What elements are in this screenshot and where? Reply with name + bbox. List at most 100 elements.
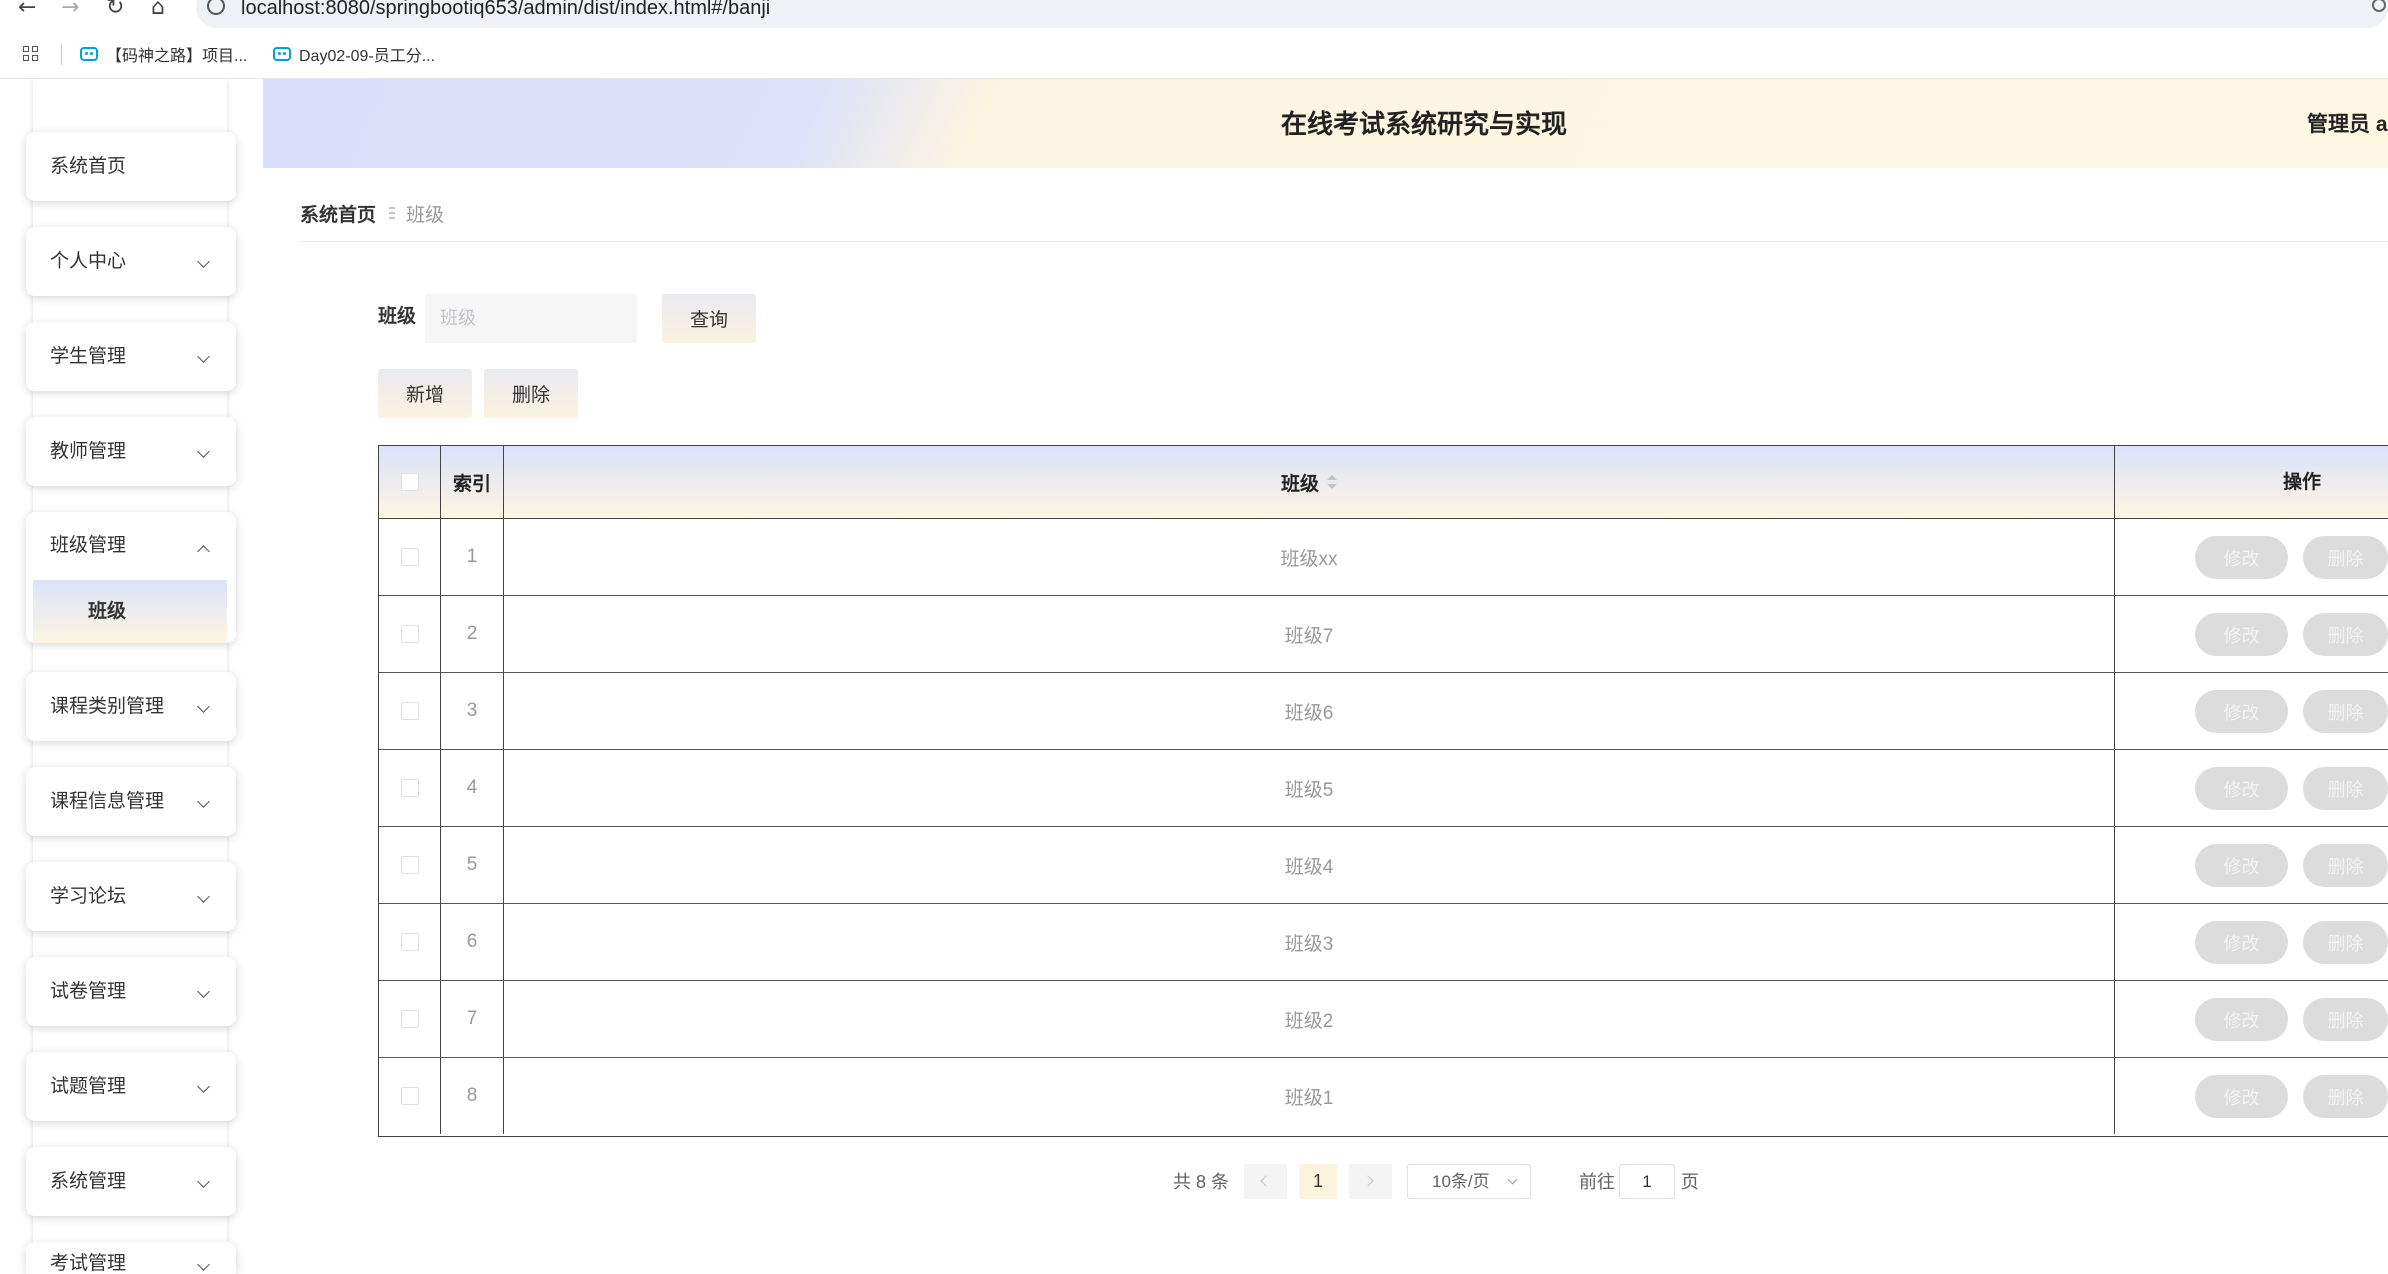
- sidebar-item-label: 课程类别管理: [50, 696, 165, 717]
- table-row: 5 班级4 修改 删除: [379, 827, 2388, 904]
- sidebar-item-course-categories[interactable]: 课程类别管理: [26, 672, 236, 741]
- breadcrumb-divider: [300, 241, 2388, 242]
- breadcrumb-current: 班级: [406, 204, 445, 226]
- prev-page-button[interactable]: [1244, 1164, 1287, 1199]
- row-class-name: 班级1: [504, 1058, 2115, 1134]
- sidebar-item-label: 系统首页: [50, 156, 127, 177]
- app-title: 在线考试系统研究与实现: [1281, 109, 1568, 139]
- sidebar-item-course-info[interactable]: 课程信息管理: [26, 767, 236, 836]
- sidebar-item-exams[interactable]: 考试管理: [26, 1242, 236, 1274]
- row-checkbox[interactable]: [400, 856, 419, 874]
- query-button[interactable]: 查询: [662, 294, 756, 343]
- goto-page-input[interactable]: [1619, 1164, 1675, 1199]
- edit-button[interactable]: 修改: [2195, 844, 2288, 887]
- user-menu[interactable]: 管理员 a: [2307, 111, 2388, 139]
- page-number-current[interactable]: 1: [1299, 1164, 1337, 1199]
- table-row: 2 班级7 修改 删除: [379, 596, 2388, 673]
- row-checkbox[interactable]: [400, 548, 419, 566]
- row-checkbox-cell: [379, 1058, 441, 1134]
- edit-button[interactable]: 修改: [2195, 613, 2288, 656]
- row-checkbox[interactable]: [400, 779, 419, 797]
- sidebar-subitem-class[interactable]: 班级: [33, 580, 227, 643]
- delete-button[interactable]: 删除: [2303, 613, 2388, 656]
- reload-icon[interactable]: ↻: [106, 0, 124, 22]
- edit-button[interactable]: 修改: [2195, 690, 2288, 733]
- page-size-select[interactable]: 10条/页: [1407, 1164, 1531, 1199]
- row-checkbox[interactable]: [400, 1010, 419, 1028]
- add-button[interactable]: 新增: [378, 369, 472, 418]
- edit-button[interactable]: 修改: [2195, 921, 2288, 964]
- chevron-left-icon: [1260, 1175, 1272, 1187]
- goto-suffix: 页: [1681, 1172, 1699, 1192]
- chevron-down-icon: [197, 1258, 210, 1271]
- page-size-value: 10条/页: [1432, 1172, 1490, 1191]
- row-actions: 修改 删除: [2115, 750, 2388, 826]
- sidebar-subitem-label: 班级: [88, 601, 127, 622]
- row-checkbox[interactable]: [400, 625, 419, 643]
- breadcrumb-separator-icon: [388, 206, 396, 220]
- edit-button[interactable]: 修改: [2195, 767, 2288, 810]
- edit-button[interactable]: 修改: [2195, 998, 2288, 1041]
- sidebar-item-students[interactable]: 学生管理: [26, 322, 236, 391]
- sidebar-item-label: 试题管理: [50, 1076, 127, 1097]
- delete-button[interactable]: 删除: [2303, 536, 2388, 579]
- sidebar-item-profile[interactable]: 个人中心: [26, 227, 236, 296]
- breadcrumb-home[interactable]: 系统首页: [300, 200, 376, 227]
- chevron-down-icon: [197, 700, 210, 713]
- row-index: 7: [441, 981, 504, 1057]
- delete-button[interactable]: 删除: [2303, 767, 2388, 810]
- bookmark-item[interactable]: 【码神之路】项目...: [80, 40, 247, 68]
- row-actions: 修改 删除: [2115, 596, 2388, 672]
- chevron-down-icon: [197, 890, 210, 903]
- header-actions-cell: 操作: [2115, 446, 2388, 518]
- select-all-checkbox[interactable]: [400, 473, 419, 491]
- row-index: 5: [441, 827, 504, 903]
- header-checkbox-cell: [379, 446, 441, 518]
- class-search-input[interactable]: [425, 294, 637, 343]
- back-arrow-icon[interactable]: ←: [18, 0, 36, 22]
- apps-grid-icon[interactable]: [23, 46, 39, 62]
- address-url[interactable]: localhost:8080/springbootiq653/admin/dis…: [241, 0, 770, 20]
- forward-arrow-icon[interactable]: →: [61, 0, 79, 22]
- row-actions: 修改 删除: [2115, 1058, 2388, 1134]
- delete-button[interactable]: 删除: [2303, 998, 2388, 1041]
- table-header-row: 索引 班级 操作: [379, 446, 2388, 519]
- home-icon[interactable]: ⌂: [151, 0, 165, 22]
- edit-button[interactable]: 修改: [2195, 536, 2288, 579]
- row-checkbox-cell: [379, 981, 441, 1057]
- delete-button[interactable]: 删除: [2303, 844, 2388, 887]
- search-label: 班级: [378, 306, 417, 327]
- row-actions: 修改 删除: [2115, 904, 2388, 980]
- app-header: 在线考试系统研究与实现 管理员 a: [263, 79, 2388, 168]
- row-checkbox[interactable]: [400, 933, 419, 951]
- sidebar-item-teachers[interactable]: 教师管理: [26, 417, 236, 486]
- batch-delete-button[interactable]: 删除: [484, 369, 578, 418]
- row-checkbox[interactable]: [400, 1087, 419, 1105]
- header-name: 班级: [1280, 473, 1319, 495]
- row-actions: 修改 删除: [2115, 519, 2388, 595]
- sidebar-item-label: 个人中心: [50, 251, 127, 272]
- sidebar-item-system[interactable]: 系统管理: [26, 1147, 236, 1216]
- header-name-cell[interactable]: 班级: [504, 446, 2115, 518]
- row-class-name: 班级7: [504, 596, 2115, 672]
- sidebar-item-questions[interactable]: 试题管理: [26, 1052, 236, 1121]
- breadcrumb: 系统首页 班级: [300, 199, 444, 227]
- edit-button[interactable]: 修改: [2195, 1075, 2288, 1118]
- table-row: 6 班级3 修改 删除: [379, 904, 2388, 981]
- sidebar-item-classes[interactable]: 班级管理 班级: [26, 512, 236, 643]
- delete-button[interactable]: 删除: [2303, 1075, 2388, 1118]
- sidebar-item-forum[interactable]: 学习论坛: [26, 862, 236, 931]
- next-page-button[interactable]: [1349, 1164, 1392, 1199]
- bookmark-item[interactable]: Day02-09-员工分...: [273, 40, 435, 68]
- delete-button[interactable]: 删除: [2303, 921, 2388, 964]
- row-checkbox[interactable]: [400, 702, 419, 720]
- sort-caret-icon[interactable]: [1327, 474, 1337, 490]
- sidebar-item-label: 课程信息管理: [50, 791, 165, 812]
- chevron-down-icon: [197, 1175, 210, 1188]
- sidebar-item-label: 学习论坛: [50, 886, 127, 907]
- sidebar-item-home[interactable]: 系统首页: [26, 132, 236, 201]
- delete-button[interactable]: 删除: [2303, 690, 2388, 733]
- sidebar-item-papers[interactable]: 试卷管理: [26, 957, 236, 1026]
- sidebar-item-label: 教师管理: [50, 441, 127, 462]
- chevron-down-icon: [197, 795, 210, 808]
